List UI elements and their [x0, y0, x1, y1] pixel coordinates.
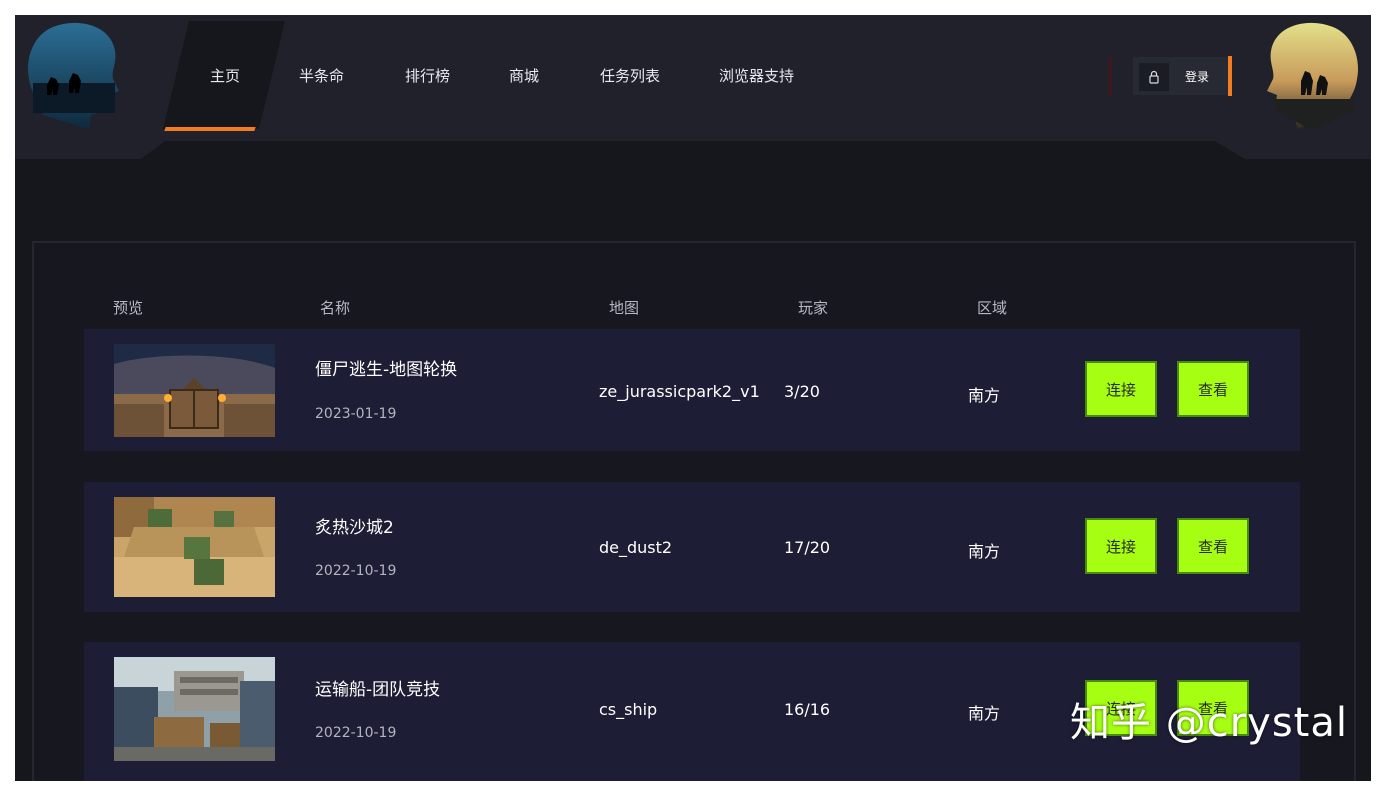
server-row: 僵尸逃生-地图轮换 2023-01-19 ze_jurassicpark2_v1… [84, 329, 1300, 451]
nav-active-underline [164, 127, 256, 131]
view-button[interactable]: 查看 [1177, 361, 1249, 417]
column-header-preview: 预览 [113, 299, 144, 317]
nav-item-tasks[interactable]: 任务列表 [600, 65, 660, 86]
map-preview-image [114, 657, 275, 761]
server-row: 炙热沙城2 2022-10-19 de_dust2 17/20 南方 连接 查看 [84, 482, 1300, 612]
top-navbar: 主页 半条命 排行榜 商城 任务列表 浏览器支持 登录 [15, 15, 1371, 141]
nav-item-half-life[interactable]: 半条命 [299, 65, 344, 86]
server-map: de_dust2 [599, 538, 673, 557]
server-region: 南方 [968, 704, 1001, 723]
nav-item-home[interactable]: 主页 [210, 65, 240, 86]
login-left-bar [1108, 57, 1112, 97]
server-region: 南方 [968, 386, 1001, 405]
nav-item-leaderboard[interactable]: 排行榜 [405, 65, 450, 86]
server-date: 2022-10-19 [315, 563, 397, 579]
server-players: 3/20 [784, 382, 820, 401]
server-name[interactable]: 运输船-团队竞技 [315, 675, 440, 700]
nav-item-shop[interactable]: 商城 [509, 65, 539, 86]
server-name[interactable]: 炙热沙城2 [315, 513, 394, 538]
server-players: 16/16 [784, 700, 831, 719]
connect-button[interactable]: 连接 [1085, 361, 1157, 417]
map-preview-image [114, 344, 275, 437]
connect-button[interactable]: 连接 [1085, 518, 1157, 574]
server-map: cs_ship [599, 700, 658, 719]
watermark: 知乎 @crystal [1070, 700, 1348, 746]
view-button[interactable]: 查看 [1177, 518, 1249, 574]
login-button[interactable]: 登录 [1133, 57, 1229, 95]
nav-item-browser-support[interactable]: 浏览器支持 [719, 65, 794, 86]
navbar-bottom-edge [15, 141, 1371, 159]
login-accent-bar [1228, 56, 1232, 96]
server-date: 2022-10-19 [315, 725, 397, 741]
server-name[interactable]: 僵尸逃生-地图轮换 [315, 355, 457, 380]
app-window: 主页 半条命 排行榜 商城 任务列表 浏览器支持 登录 预览 名称 地图 玩家 … [15, 15, 1371, 781]
map-preview-image [114, 497, 275, 597]
column-header-map: 地图 [609, 299, 640, 317]
server-region: 南方 [968, 542, 1001, 561]
logo-left [28, 22, 119, 129]
server-date: 2023-01-19 [315, 406, 397, 422]
lock-icon [1139, 63, 1169, 91]
server-players: 17/20 [784, 538, 831, 557]
column-header-players: 玩家 [798, 299, 829, 317]
column-header-name: 名称 [320, 299, 351, 317]
server-map: ze_jurassicpark2_v1 [599, 382, 760, 401]
column-header-region: 区域 [977, 299, 1008, 317]
login-label: 登录 [1185, 70, 1210, 84]
logo-right [1267, 22, 1358, 129]
